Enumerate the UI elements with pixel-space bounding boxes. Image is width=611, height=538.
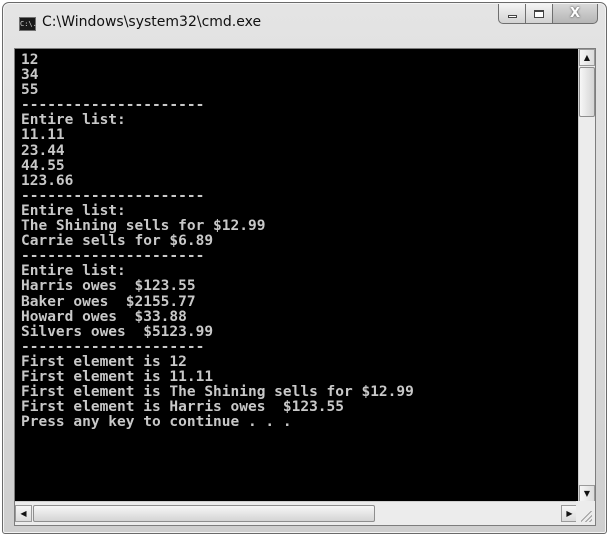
maximize-icon bbox=[534, 9, 544, 18]
horizontal-scroll-thumb[interactable] bbox=[33, 505, 375, 522]
minimize-icon bbox=[507, 15, 517, 18]
console-line: Silvers owes $5123.99 bbox=[21, 323, 214, 340]
close-icon: X bbox=[569, 6, 581, 21]
console-output[interactable]: 12 34 55 --------------------- Entire list: 1… bbox=[15, 49, 578, 502]
console-line: Entire list: bbox=[21, 112, 126, 129]
console-client-area: 12 34 55 --------------------- Entire list: 1… bbox=[14, 48, 596, 526]
console-line: First element is The Shining sells for $… bbox=[21, 384, 414, 401]
console-line: 12 bbox=[21, 52, 39, 68]
console-line: 11.11 bbox=[21, 127, 65, 144]
vertical-scroll-thumb[interactable] bbox=[579, 67, 595, 117]
title-bar[interactable]: C:\. C:\Windows\system32\cmd.exe X bbox=[3, 3, 606, 47]
console-text: 12 34 55 --------------------- Entire list: 1… bbox=[21, 52, 414, 431]
console-line: The Shining sells for $12.99 bbox=[21, 218, 266, 235]
console-line: Carrie sells for $6.89 bbox=[21, 233, 214, 250]
chevron-down-icon: ▼ bbox=[583, 489, 591, 498]
console-line: First element is 11.11 bbox=[21, 368, 214, 385]
console-line: Entire list: bbox=[21, 202, 126, 219]
console-line: 23.44 bbox=[21, 142, 65, 159]
console-line: First element is 12 bbox=[21, 353, 187, 370]
console-line: First element is Harris owes $123.55 bbox=[21, 399, 345, 416]
window-title: C:\Windows\system32\cmd.exe bbox=[42, 14, 262, 30]
console-line: 34 bbox=[21, 67, 39, 84]
console-line: --------------------- bbox=[21, 338, 205, 355]
console-line: 123.66 bbox=[21, 172, 74, 189]
console-app-icon[interactable]: C:\. bbox=[19, 17, 37, 31]
chevron-up-icon: ▲ bbox=[583, 53, 591, 62]
console-line: --------------------- bbox=[21, 187, 205, 204]
console-line: Press any key to continue . . . bbox=[21, 414, 292, 431]
console-window: C:\. C:\Windows\system32\cmd.exe X 12 34 5… bbox=[2, 2, 607, 534]
maximize-button[interactable] bbox=[525, 4, 552, 24]
console-line: Entire list: bbox=[21, 263, 126, 280]
scroll-down-button[interactable]: ▼ bbox=[579, 485, 595, 502]
app-icon-label: C:\. bbox=[20, 20, 37, 28]
scroll-up-button[interactable]: ▲ bbox=[579, 49, 595, 66]
close-button[interactable]: X bbox=[552, 4, 598, 24]
resize-grip-icon[interactable] bbox=[581, 511, 592, 522]
chevron-right-icon: ▶ bbox=[566, 509, 573, 518]
vertical-scrollbar[interactable]: ▲ ▼ bbox=[578, 49, 595, 502]
scrollbar-corner bbox=[576, 501, 595, 525]
console-line: Harris owes $123.55 bbox=[21, 278, 196, 295]
console-line: Howard owes $33.88 bbox=[21, 308, 187, 325]
minimize-button[interactable] bbox=[498, 4, 525, 24]
console-line: 55 bbox=[21, 82, 39, 99]
console-line: --------------------- bbox=[21, 97, 205, 114]
chevron-left-icon: ◀ bbox=[20, 509, 27, 518]
console-line: 44.55 bbox=[21, 157, 65, 174]
console-line: --------------------- bbox=[21, 248, 205, 265]
caption-buttons: X bbox=[498, 4, 598, 25]
console-line: Baker owes $2155.77 bbox=[21, 293, 196, 310]
scroll-left-button[interactable]: ◀ bbox=[15, 505, 32, 522]
horizontal-scrollbar[interactable]: ◀ ▶ bbox=[15, 501, 578, 525]
